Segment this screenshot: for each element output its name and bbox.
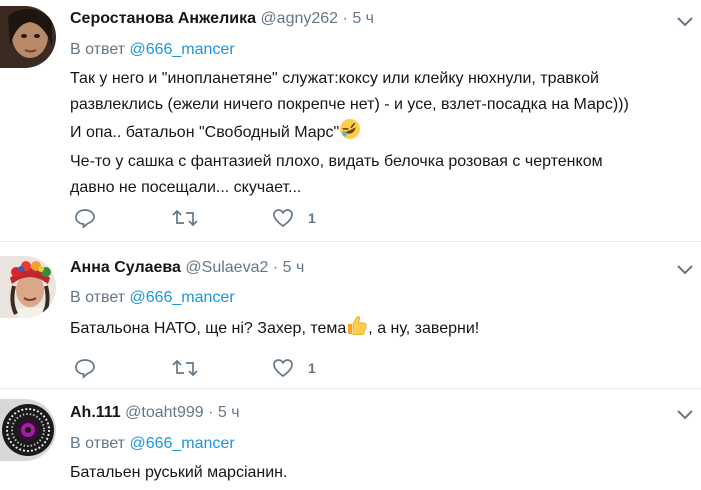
- rolling-laughing-emoji: [339, 118, 361, 149]
- timestamp[interactable]: 5 ч: [218, 404, 240, 421]
- tweet-actions: 1: [70, 207, 370, 233]
- tweet-text: Так у него и "инопланетяне" служат:коксу…: [70, 66, 680, 201]
- tweet-header: Ah.111 @toaht999 · 5 ч: [70, 403, 240, 423]
- reply-mention-link[interactable]: @666_mancer: [129, 41, 234, 58]
- reply-prefix: В ответ: [70, 289, 126, 306]
- separator-dot: ·: [272, 259, 279, 276]
- tweet-text: Батальен руський марсіанин.: [70, 460, 680, 486]
- tweet-actions: 1: [70, 357, 370, 383]
- avatar[interactable]: [0, 6, 56, 68]
- reply-context: В ответ @666_mancer: [70, 434, 235, 454]
- tweet-text-line: Батальен руський марсіанин.: [70, 464, 288, 481]
- like-icon[interactable]: [272, 207, 294, 229]
- timestamp[interactable]: 5 ч: [352, 10, 374, 27]
- reply-mention-link[interactable]: @666_mancer: [129, 435, 234, 452]
- tweet-text-line: И опа.. батальон "Свободный Марс": [70, 118, 680, 149]
- tweet-text: Батальона НАТО, ще ні? Захер, тема, а ну…: [70, 314, 680, 345]
- reply-context: В ответ @666_mancer: [70, 288, 235, 308]
- retweet-icon[interactable]: [172, 357, 198, 379]
- chevron-down-icon[interactable]: [676, 264, 694, 276]
- tweet-3[interactable]: Ah.111 @toaht999 · 5 ч В ответ @666_manc…: [0, 389, 701, 490]
- retweet-icon[interactable]: [172, 207, 198, 229]
- author-handle[interactable]: @Sulaeva2: [185, 259, 268, 276]
- tweet-1[interactable]: Серостанова Анжелика @agny262 · 5 ч В от…: [0, 0, 701, 241]
- reply-prefix: В ответ: [70, 435, 126, 452]
- like-count: 1: [308, 210, 316, 226]
- reply-context: В ответ @666_mancer: [70, 40, 235, 60]
- thumbs-up-emoji: [346, 314, 368, 345]
- reply-mention-link[interactable]: @666_mancer: [129, 289, 234, 306]
- like-icon[interactable]: [272, 357, 294, 379]
- like-count: 1: [308, 360, 316, 376]
- tweet-text-line: Че-то у сашка с фантазией плохо, видать …: [70, 153, 603, 170]
- author-name[interactable]: Серостанова Анжелика: [70, 10, 256, 27]
- tweet-header: Анна Сулаева @Sulaeva2 · 5 ч: [70, 258, 304, 278]
- reply-prefix: В ответ: [70, 41, 126, 58]
- reply-icon[interactable]: [74, 207, 96, 229]
- timestamp[interactable]: 5 ч: [283, 259, 305, 276]
- reply-icon[interactable]: [74, 357, 96, 379]
- chevron-down-icon[interactable]: [676, 409, 694, 421]
- tweet-header: Серостанова Анжелика @agny262 · 5 ч: [70, 9, 374, 29]
- chevron-down-icon[interactable]: [676, 16, 694, 28]
- tweet-text-line: давно не посещали... скучает...: [70, 179, 302, 196]
- avatar[interactable]: [0, 399, 56, 461]
- separator-dot: ·: [342, 10, 348, 27]
- tweet-text-line: Батальона НАТО, ще ні? Захер, тема, а ну…: [70, 314, 680, 345]
- tweet-text-line: развлеклись (ежели ничего покрепче нет) …: [70, 96, 629, 113]
- author-name[interactable]: Ah.111: [70, 404, 121, 421]
- author-handle[interactable]: @toaht999: [125, 404, 204, 421]
- separator-dot: ·: [208, 404, 214, 421]
- author-handle[interactable]: @agny262: [260, 10, 338, 27]
- avatar[interactable]: [0, 256, 56, 318]
- tweet-text-line: Так у него и "инопланетяне" служат:коксу…: [70, 70, 599, 87]
- tweet-2[interactable]: Анна Сулаева @Sulaeva2 · 5 ч В ответ @66…: [0, 242, 701, 388]
- author-name[interactable]: Анна Сулаева: [70, 259, 181, 276]
